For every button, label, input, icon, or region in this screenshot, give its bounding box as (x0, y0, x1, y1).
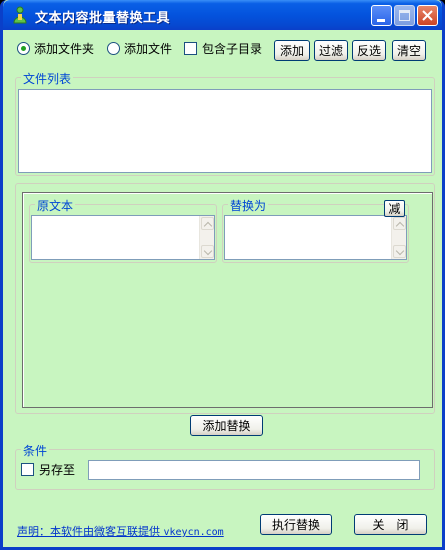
add-replace-button[interactable]: 添加替换 (190, 415, 263, 436)
checkbox-indicator[interactable] (184, 42, 197, 55)
add-button[interactable]: 添加 (274, 40, 310, 61)
maximize-button[interactable] (394, 5, 415, 26)
target-text-label: 替换为 (228, 197, 269, 214)
save-as-checkbox[interactable]: 另存至 (21, 461, 75, 478)
close-icon (422, 10, 433, 21)
save-as-label: 另存至 (39, 463, 76, 477)
footer-notice[interactable]: 声明：本软件由微客互联提供 vkeycn.com (17, 523, 224, 539)
scroll-down-icon[interactable] (201, 245, 214, 258)
include-subdirs-label: 包含子目录 (202, 42, 263, 56)
radio-indicator[interactable] (17, 42, 30, 55)
footer-url[interactable]: vkeycn.com (164, 527, 224, 538)
close-button[interactable]: 关 闭 (354, 514, 427, 535)
invert-button[interactable]: 反选 (352, 40, 386, 61)
close-window-button[interactable] (417, 5, 438, 26)
filter-button[interactable]: 过滤 (314, 40, 348, 61)
radio-add-folder[interactable]: 添加文件夹 (17, 40, 94, 57)
green-figure-icon (13, 6, 27, 24)
target-text-input[interactable] (224, 215, 407, 260)
conditions-label: 条件 (21, 442, 50, 459)
remove-replace-button[interactable]: 减 (384, 200, 405, 217)
scroll-up-icon[interactable] (393, 217, 406, 230)
radio-add-file[interactable]: 添加文件 (107, 40, 172, 57)
main-window: 文本内容批量替换工具 添加文件夹 添加文件 包含子目录 添加 过滤 反选 清空 … (0, 0, 445, 550)
clear-button[interactable]: 清空 (392, 40, 426, 61)
target-scrollbar[interactable] (391, 216, 406, 259)
file-list-label: 文件列表 (21, 70, 74, 87)
minimize-button[interactable] (371, 5, 392, 26)
radio-indicator[interactable] (107, 42, 120, 55)
title-bar[interactable]: 文本内容批量替换工具 (3, 0, 442, 30)
source-text-input[interactable] (31, 215, 215, 260)
source-scrollbar[interactable] (199, 216, 214, 259)
execute-replace-button[interactable]: 执行替换 (260, 514, 332, 535)
radio-add-file-label: 添加文件 (124, 42, 173, 56)
checkbox-indicator[interactable] (21, 463, 34, 476)
source-text-label: 原文本 (35, 197, 76, 214)
file-list-box[interactable] (18, 89, 432, 173)
radio-add-folder-label: 添加文件夹 (34, 42, 95, 56)
window-title: 文本内容批量替换工具 (35, 11, 171, 26)
footer-notice-text: 声明：本软件由微客互联提供 (17, 525, 164, 538)
scroll-down-icon[interactable] (393, 245, 406, 258)
include-subdirs-checkbox[interactable]: 包含子目录 (184, 40, 262, 57)
save-path-input[interactable] (88, 460, 420, 480)
scroll-up-icon[interactable] (201, 217, 214, 230)
